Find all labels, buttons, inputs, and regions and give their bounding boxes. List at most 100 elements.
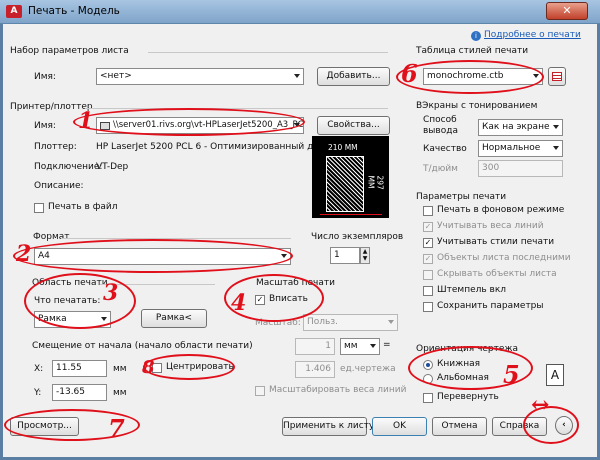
upside-down-label: Перевернуть: [437, 392, 499, 402]
copies-spinner[interactable]: ▲ ▼: [360, 247, 370, 264]
cancel-button[interactable]: Отмена: [432, 417, 487, 436]
title-bar: A Печать - Модель ✕: [0, 0, 600, 24]
plot-option-checkbox[interactable]: [423, 206, 433, 216]
annotation-number-6: 6: [401, 59, 418, 88]
paper-size-heading: Формат: [33, 232, 70, 242]
copies-value: 1: [334, 250, 340, 260]
plot-option-checkbox[interactable]: ✓: [423, 222, 433, 232]
shade-mode-select[interactable]: Как на экране: [478, 119, 563, 136]
scale-value1: 1: [325, 341, 331, 351]
offset-x-unit: мм: [113, 364, 127, 374]
plot-option-label: Учитывать стили печати: [437, 237, 555, 247]
app-icon: A: [6, 5, 22, 18]
connection-label: Подключение:: [34, 162, 103, 172]
paper-preview: 210 ММ 297 ММ: [312, 136, 389, 218]
copies-label: Число экземпляров: [311, 232, 404, 242]
scale-value2-input[interactable]: 1.406: [295, 361, 335, 378]
paper-height-label: 297 ММ: [366, 175, 385, 190]
quality-label: Качество: [423, 144, 467, 154]
window-title: Печать - Модель: [28, 5, 120, 17]
plotter-name-label: Имя:: [34, 121, 56, 131]
offset-x-label: X:: [34, 364, 44, 374]
annotation-circle-plotter: [73, 108, 305, 136]
drawing-units-label: ед.чертежа: [340, 364, 396, 374]
offset-x-value: 11.55: [56, 363, 82, 373]
edit-table-icon: [552, 72, 562, 81]
annotation-circle-plot-area: [24, 273, 136, 329]
offset-y-unit: мм: [113, 388, 127, 398]
scale-value: Польз.: [307, 317, 338, 327]
annotation-number-2: 2: [16, 241, 32, 267]
plot-option-checkbox[interactable]: [423, 270, 433, 280]
scale-unit-value: мм: [344, 341, 358, 351]
annotation-circle-center: [143, 354, 235, 380]
offset-y-input[interactable]: -13.65: [52, 384, 107, 401]
scale-value1-input[interactable]: 1: [295, 338, 335, 355]
annotation-number-3: 3: [103, 280, 119, 306]
plot-option-checkbox[interactable]: [423, 286, 433, 296]
scale-select[interactable]: Польз.: [303, 314, 398, 331]
offset-x-input[interactable]: 11.55: [52, 360, 107, 377]
plot-option-label: Печать в фоновом режиме: [437, 205, 565, 215]
scale-lineweights-label: Масштабировать веса линий: [269, 385, 407, 395]
plot-option-checkbox[interactable]: ✓: [423, 254, 433, 264]
annotation-number-8: 8: [142, 357, 155, 378]
scale-unit-select[interactable]: мм: [340, 338, 380, 355]
connection-value: VT-Dep: [96, 162, 129, 172]
quality-select[interactable]: Нормальное: [478, 140, 563, 157]
ok-button[interactable]: OK: [372, 417, 427, 436]
annotation-number-5: 5: [503, 360, 520, 389]
paper-width-label: 210 ММ: [328, 143, 358, 152]
copies-input[interactable]: 1: [330, 247, 360, 264]
plot-option-label: Учитывать веса линий: [437, 221, 544, 231]
plotter-value: HP LaserJet 5200 PCL 6 - Оптимизированны…: [96, 142, 339, 152]
scale-lineweights-checkbox[interactable]: [255, 386, 265, 396]
print-to-file-checkbox[interactable]: [34, 203, 44, 213]
help-link[interactable]: Подробнее о печати: [484, 30, 581, 40]
annotation-number-7: 7: [108, 414, 125, 443]
page-setup-name-value: <нет>: [100, 71, 132, 81]
plot-options-heading: Параметры печати: [416, 192, 507, 202]
offset-y-value: -13.65: [56, 387, 86, 397]
plot-option-label: Штемпель вкл: [437, 285, 507, 295]
dpi-input[interactable]: 300: [478, 160, 563, 177]
dpi-label: Т/дюйм: [423, 164, 458, 174]
shade-mode-label: Способ вывода: [423, 115, 458, 136]
plot-option-label: Сохранить параметры: [437, 301, 544, 311]
annotation-circle-style-table: [396, 60, 544, 94]
info-icon: i: [471, 31, 481, 41]
page-setup-heading: Набор параметров листа: [10, 46, 129, 56]
annotation-number-4: 4: [231, 290, 247, 316]
offset-y-label: Y:: [34, 388, 42, 398]
style-table-heading: Таблица стилей печати: [416, 46, 529, 56]
plot-option-label: Скрывать объекты листа: [437, 269, 557, 279]
upside-down-checkbox[interactable]: [423, 393, 433, 403]
shade-mode-value: Как на экране: [482, 122, 550, 132]
scale-value2: 1.406: [305, 364, 331, 374]
style-edit-button[interactable]: [548, 67, 566, 86]
equals-sign: =: [383, 340, 391, 350]
description-label: Описание:: [34, 181, 84, 191]
annotation-circle-format: [13, 239, 293, 273]
add-button[interactable]: Добавить...: [317, 67, 390, 86]
close-button[interactable]: ✕: [546, 2, 588, 20]
window-button[interactable]: Рамка<: [141, 309, 207, 328]
plotter-label: Плоттер:: [34, 142, 77, 152]
dpi-value: 300: [482, 163, 500, 173]
shaded-heading: ВЭкраны с тонированием: [416, 101, 538, 111]
paper-sheet: [326, 156, 364, 212]
apply-to-layout-button[interactable]: Применить к листу: [282, 417, 374, 436]
annotation-arrow: ↔: [531, 392, 550, 418]
dialog-client: i Подробнее о печати Набор параметров ли…: [3, 24, 597, 457]
quality-value: Нормальное: [482, 143, 541, 153]
properties-button[interactable]: Свойства...: [317, 116, 390, 135]
offset-heading: Смещение от начала (начало области печат…: [32, 341, 253, 351]
plot-option-checkbox[interactable]: ✓: [423, 238, 433, 248]
annotation-number-1: 1: [78, 108, 94, 134]
page-setup-name-label: Имя:: [34, 72, 56, 82]
page-setup-name-select[interactable]: <нет>: [96, 68, 304, 85]
plot-option-checkbox[interactable]: [423, 302, 433, 312]
plot-option-label: Объекты листа последними: [437, 253, 571, 263]
print-to-file-label: Печать в файл: [48, 202, 118, 212]
orientation-page-icon: A: [546, 364, 564, 386]
